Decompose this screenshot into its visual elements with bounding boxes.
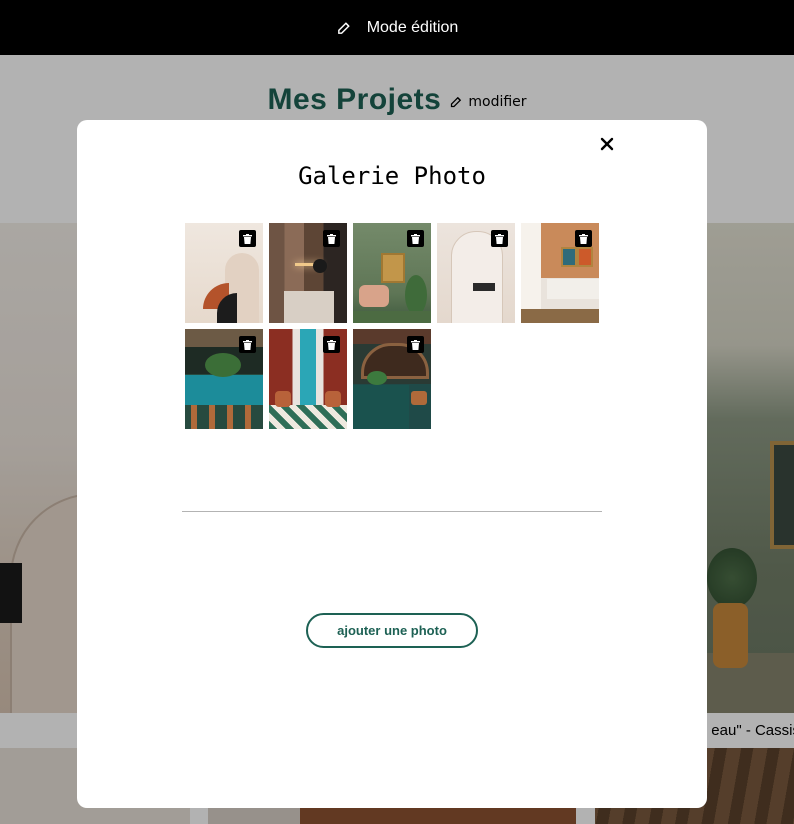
gallery-photo[interactable] bbox=[185, 329, 263, 429]
gallery-photo[interactable] bbox=[437, 223, 515, 323]
gallery-photo[interactable] bbox=[185, 223, 263, 323]
delete-photo-button[interactable] bbox=[491, 230, 508, 247]
trash-icon bbox=[495, 233, 504, 244]
gallery-photo[interactable] bbox=[269, 329, 347, 429]
edit-mode-bar: Mode édition bbox=[0, 0, 794, 55]
gallery-photo[interactable] bbox=[353, 223, 431, 323]
trash-icon bbox=[411, 339, 420, 350]
trash-icon bbox=[579, 233, 588, 244]
edit-mode-label: Mode édition bbox=[366, 18, 459, 36]
gallery-photo[interactable] bbox=[353, 329, 431, 429]
edit-icon bbox=[337, 22, 350, 34]
trash-icon bbox=[327, 339, 336, 350]
gallery-modal: Galerie Photo ajouter une photo bbox=[77, 120, 707, 808]
trash-icon bbox=[243, 339, 252, 350]
modal-divider bbox=[182, 511, 602, 512]
modal-title: Galerie Photo bbox=[298, 162, 486, 190]
close-icon bbox=[600, 137, 614, 151]
photo-grid bbox=[185, 223, 605, 429]
delete-photo-button[interactable] bbox=[407, 336, 424, 353]
trash-icon bbox=[411, 233, 420, 244]
delete-photo-button[interactable] bbox=[323, 230, 340, 247]
gallery-photo[interactable] bbox=[521, 223, 599, 323]
delete-photo-button[interactable] bbox=[323, 336, 340, 353]
close-button[interactable] bbox=[595, 132, 619, 156]
delete-photo-button[interactable] bbox=[239, 230, 256, 247]
add-photo-button[interactable]: ajouter une photo bbox=[306, 613, 478, 648]
trash-icon bbox=[327, 233, 336, 244]
delete-photo-button[interactable] bbox=[407, 230, 424, 247]
delete-photo-button[interactable] bbox=[239, 336, 256, 353]
gallery-photo[interactable] bbox=[269, 223, 347, 323]
delete-photo-button[interactable] bbox=[575, 230, 592, 247]
trash-icon bbox=[243, 233, 252, 244]
